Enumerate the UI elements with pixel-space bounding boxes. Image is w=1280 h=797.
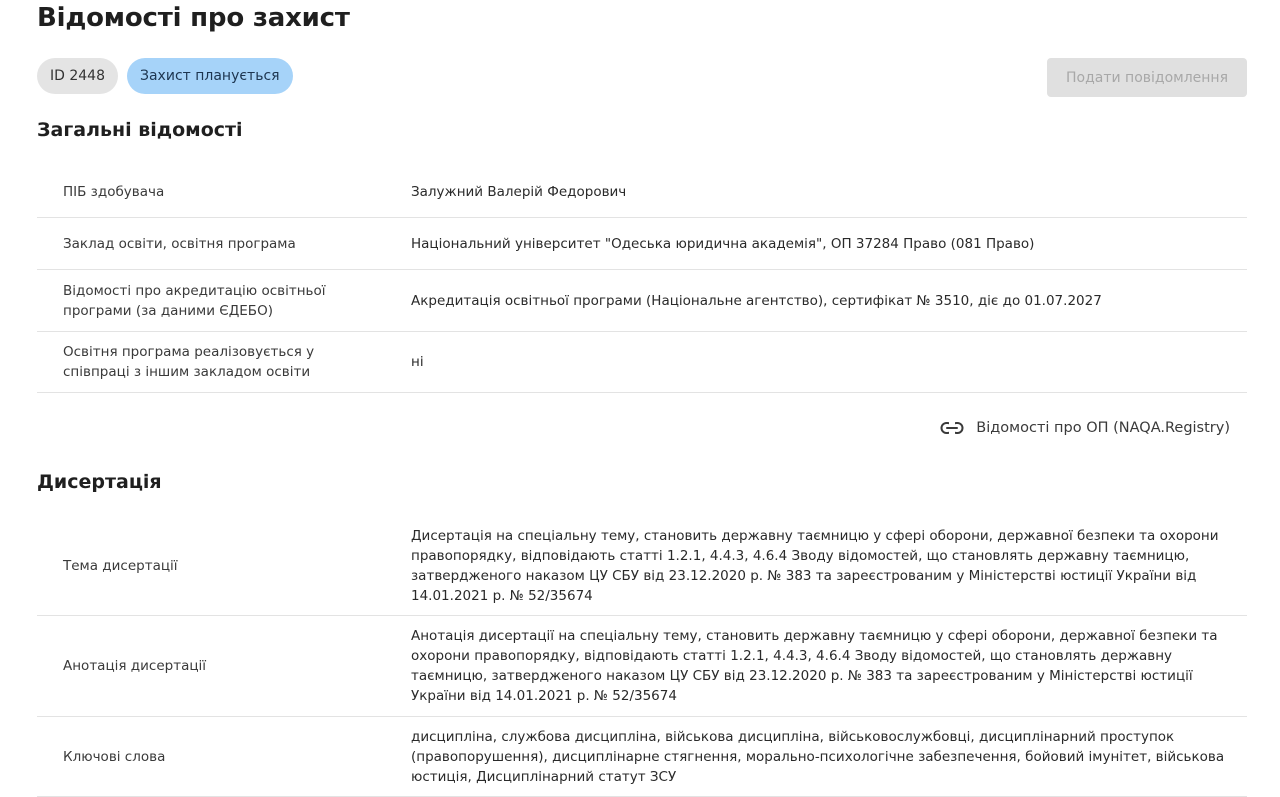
- row-value: дисципліна, службова дисципліна, військо…: [411, 728, 1225, 785]
- row-value: Анотація дисертації на спеціальну тему, …: [411, 628, 1218, 704]
- table-row: ПІБ здобувача Залужний Валерій Федорович: [37, 166, 1247, 218]
- id-badge: ID 2448: [37, 58, 118, 94]
- row-label: ПІБ здобувача: [63, 183, 165, 200]
- link-icon: [940, 422, 964, 434]
- row-label: Освітня програма реалізовується у співпр…: [63, 344, 315, 380]
- table-row: Освітня програма реалізовується у співпр…: [37, 332, 1247, 393]
- table-row: Тема дисертації Дисертація на спеціальну…: [37, 517, 1247, 616]
- table-row: Анотація дисертації Анотація дисертації …: [37, 616, 1247, 717]
- row-value: Дисертація на спеціальну тему, становить…: [411, 528, 1219, 604]
- row-label: Заклад освіти, освітня програма: [63, 235, 296, 252]
- row-value: Залужний Валерій Федорович: [411, 183, 627, 200]
- dissertation-section-title: Дисертація: [37, 471, 162, 493]
- row-label: Анотація дисертації: [63, 658, 207, 674]
- badge-row: ID 2448 Захист планується: [37, 58, 293, 94]
- row-label: Відомості про акредитацію освітньої прог…: [63, 282, 326, 319]
- row-value: Національний університет "Одеська юридич…: [411, 235, 1035, 252]
- row-value: Акредитація освітньої програми (Націонал…: [411, 292, 1102, 309]
- row-label: Ключові слова: [63, 748, 166, 765]
- table-row: Ключові слова дисципліна, службова дисци…: [37, 717, 1247, 797]
- row-value: ні: [411, 354, 424, 370]
- general-section-title: Загальні відомості: [37, 119, 243, 141]
- status-badge: Захист планується: [127, 58, 293, 94]
- table-row: Відомості про акредитацію освітньої прог…: [37, 270, 1247, 332]
- general-info-table: ПІБ здобувача Залужний Валерій Федорович…: [37, 166, 1247, 393]
- page-title: Відомості про захист: [37, 3, 350, 33]
- row-label: Тема дисертації: [63, 558, 178, 574]
- naqa-registry-link[interactable]: Відомості про ОП (NAQA.Registry): [940, 418, 1230, 438]
- table-row: Заклад освіти, освітня програма Націонал…: [37, 218, 1247, 270]
- dissertation-info-table: Тема дисертації Дисертація на спеціальну…: [37, 517, 1247, 797]
- submit-notification-button[interactable]: Подати повідомлення: [1047, 58, 1247, 97]
- registry-link-label: Відомості про ОП (NAQA.Registry): [976, 420, 1230, 436]
